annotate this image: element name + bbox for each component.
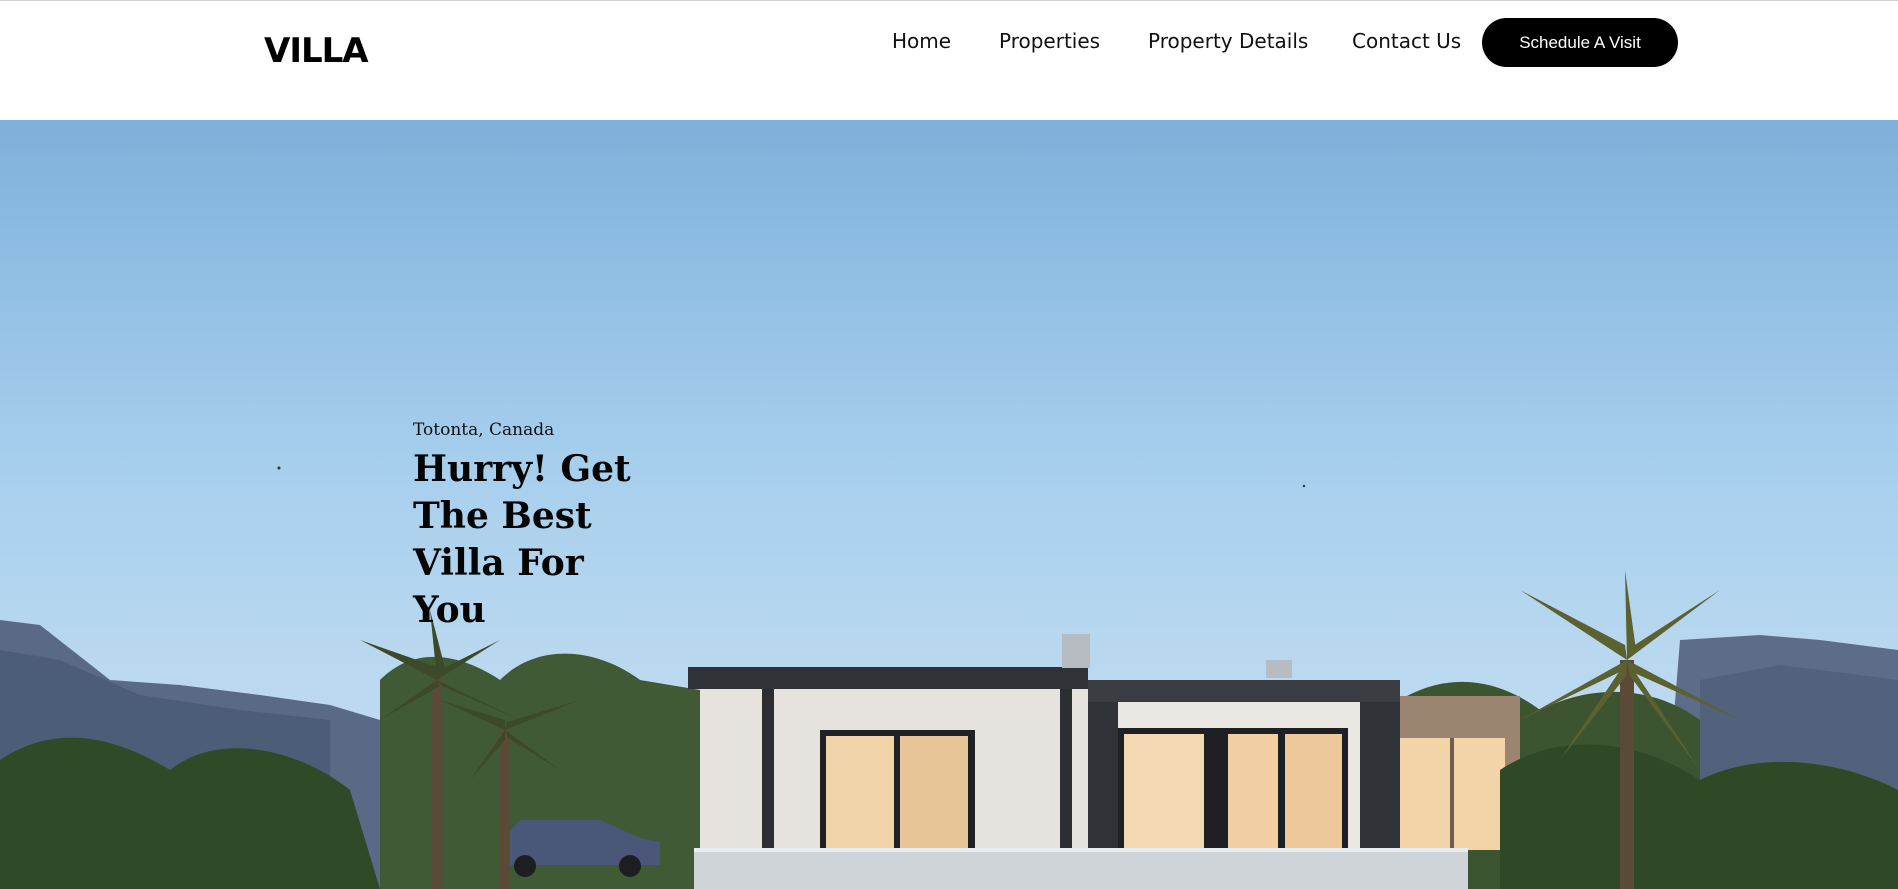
nav-properties-link[interactable]: Properties bbox=[999, 29, 1100, 53]
site-logo[interactable]: VILLA bbox=[264, 31, 369, 71]
hero-text-block: Totonta, Canada Hurry! Get The Best Vill… bbox=[413, 420, 653, 634]
nav-contact-link[interactable]: Contact Us bbox=[1352, 29, 1461, 53]
villa-hero-image bbox=[0, 466, 1898, 889]
nav-property-details-link[interactable]: Property Details bbox=[1148, 29, 1308, 53]
hero-headline: Hurry! Get The Best Villa For You bbox=[413, 448, 631, 631]
schedule-visit-button[interactable]: Schedule A Visit bbox=[1482, 18, 1678, 67]
hero-banner: Totonta, Canada Hurry! Get The Best Vill… bbox=[0, 120, 1898, 889]
hero-location: Totonta, Canada bbox=[413, 420, 555, 440]
site-header: VILLA Home Properties Property Details C… bbox=[0, 0, 1898, 120]
nav-home-link[interactable]: Home bbox=[892, 29, 951, 53]
